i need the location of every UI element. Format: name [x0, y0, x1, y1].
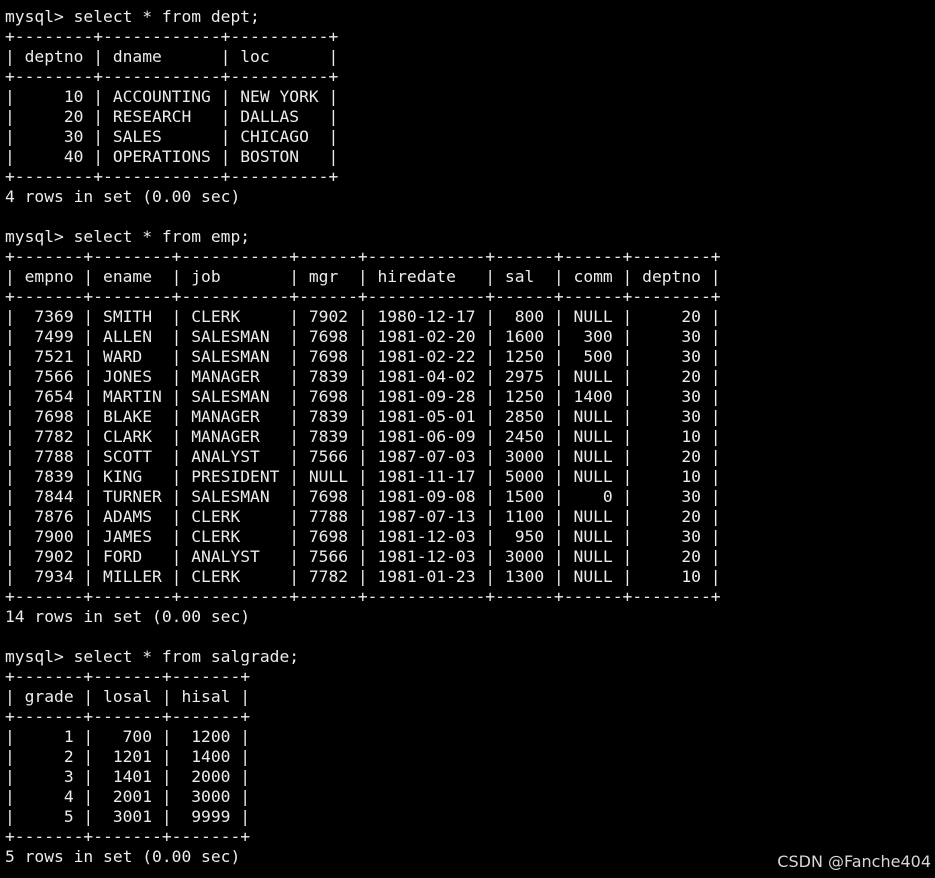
- terminal-line: | 7782 | CLARK | MANAGER | 7839 | 1981-0…: [5, 427, 721, 446]
- terminal-line: | 20 | RESEARCH | DALLAS |: [5, 107, 339, 126]
- terminal-line: mysql> select * from salgrade;: [5, 647, 300, 666]
- terminal-line: +-------+--------+-----------+------+---…: [5, 247, 721, 266]
- terminal-output: mysql> select * from dept; +--------+----…: [5, 7, 721, 867]
- terminal-line: +-------+--------+-----------+------+---…: [5, 287, 721, 306]
- terminal-line: | 7934 | MILLER | CLERK | 7782 | 1981-01…: [5, 567, 721, 586]
- terminal-line: | 2 | 1201 | 1400 |: [5, 747, 251, 766]
- terminal-line: | 7839 | KING | PRESIDENT | NULL | 1981-…: [5, 467, 721, 486]
- terminal-line: | deptno | dname | loc |: [5, 47, 339, 66]
- terminal-line: 4 rows in set (0.00 sec): [5, 187, 241, 206]
- terminal-line: | 3 | 1401 | 2000 |: [5, 767, 251, 786]
- terminal-line: +-------+--------+-----------+------+---…: [5, 587, 721, 606]
- terminal-line: | 7521 | WARD | SALESMAN | 7698 | 1981-0…: [5, 347, 721, 366]
- terminal-line: 5 rows in set (0.00 sec): [5, 847, 241, 866]
- terminal-line: +--------+------------+----------+: [5, 27, 339, 46]
- terminal-line: +-------+-------+-------+: [5, 667, 251, 686]
- terminal-line: | 7876 | ADAMS | CLERK | 7788 | 1987-07-…: [5, 507, 721, 526]
- terminal-line: | 7698 | BLAKE | MANAGER | 7839 | 1981-0…: [5, 407, 721, 426]
- terminal-line: +--------+------------+----------+: [5, 167, 339, 186]
- csdn-watermark: CSDN @Fanche404: [777, 852, 931, 871]
- terminal-line: | grade | losal | hisal |: [5, 687, 251, 706]
- terminal-line: mysql> select * from emp;: [5, 227, 251, 246]
- terminal-line: +-------+-------+-------+: [5, 707, 251, 726]
- terminal-line: +--------+------------+----------+: [5, 67, 339, 86]
- terminal-line: | 7844 | TURNER | SALESMAN | 7698 | 1981…: [5, 487, 721, 506]
- terminal-line: | 7566 | JONES | MANAGER | 7839 | 1981-0…: [5, 367, 721, 386]
- terminal-line: | 30 | SALES | CHICAGO |: [5, 127, 339, 146]
- terminal-line: | 7788 | SCOTT | ANALYST | 7566 | 1987-0…: [5, 447, 721, 466]
- terminal-line: | 5 | 3001 | 9999 |: [5, 807, 251, 826]
- terminal-line: | 1 | 700 | 1200 |: [5, 727, 251, 746]
- terminal-line: | empno | ename | job | mgr | hiredate |…: [5, 267, 721, 286]
- terminal-line: | 10 | ACCOUNTING | NEW YORK |: [5, 87, 339, 106]
- terminal-line: mysql> select * from dept;: [5, 7, 260, 26]
- terminal-line: 14 rows in set (0.00 sec): [5, 607, 251, 626]
- terminal-line: | 40 | OPERATIONS | BOSTON |: [5, 147, 339, 166]
- terminal-line: | 7900 | JAMES | CLERK | 7698 | 1981-12-…: [5, 527, 721, 546]
- terminal-line: | 7902 | FORD | ANALYST | 7566 | 1981-12…: [5, 547, 721, 566]
- terminal-line: +-------+-------+-------+: [5, 827, 251, 846]
- terminal-line: | 7499 | ALLEN | SALESMAN | 7698 | 1981-…: [5, 327, 721, 346]
- terminal-line: | 7654 | MARTIN | SALESMAN | 7698 | 1981…: [5, 387, 721, 406]
- terminal-line: | 7369 | SMITH | CLERK | 7902 | 1980-12-…: [5, 307, 721, 326]
- terminal-line: | 4 | 2001 | 3000 |: [5, 787, 251, 806]
